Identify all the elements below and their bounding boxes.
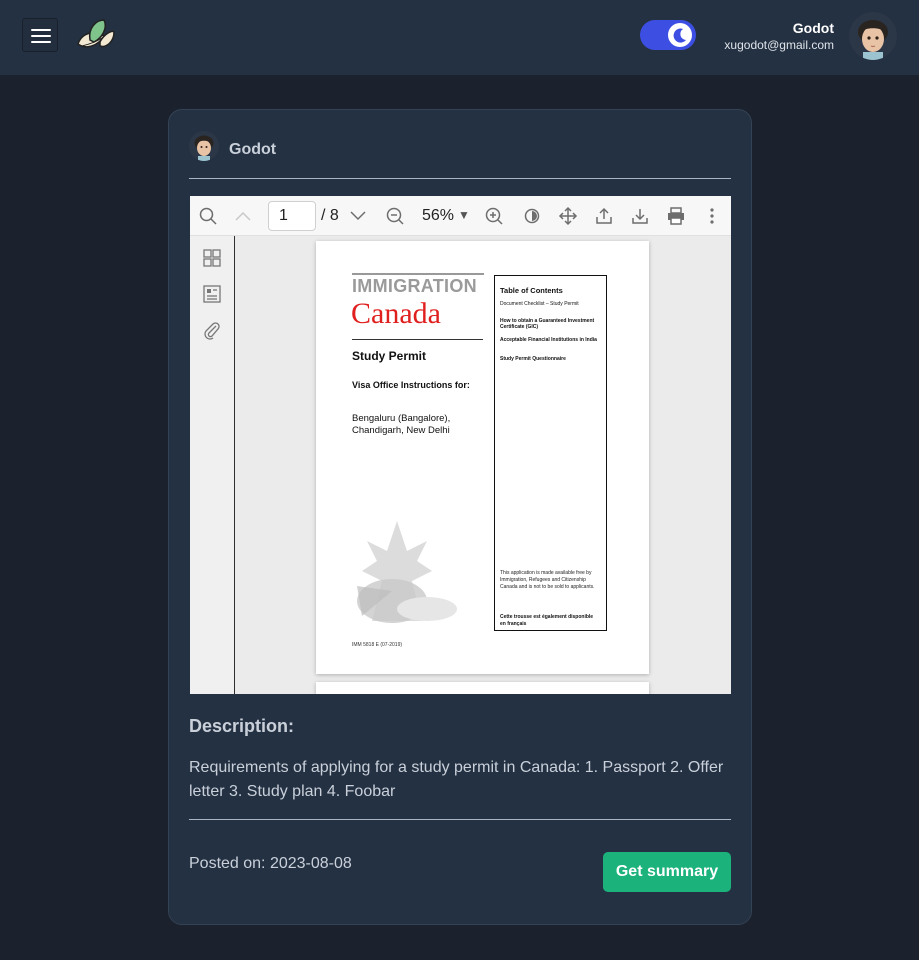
toc-item[interactable]: Document Checklist – Study Permit [500,301,600,307]
previous-page-icon[interactable] [232,205,254,227]
toc-item[interactable]: Study Permit Questionnaire [500,356,600,362]
heading-rule [352,273,484,275]
menu-icon-line [31,35,51,37]
zoom-out-icon[interactable] [384,205,406,227]
doc-table-of-contents: Table of Contents Document Checklist – S… [494,275,607,631]
pdf-sidebar [190,236,235,694]
page-total: / 8 [321,207,339,224]
description-label: Description: [189,716,295,736]
pdf-page-next [316,682,649,694]
author-avatar[interactable] [189,131,219,161]
zoom-dropdown-icon[interactable]: ▼ [458,208,470,222]
top-bar: Godot xugodot@gmail.com [0,0,919,75]
next-page-icon[interactable] [347,205,369,227]
print-icon[interactable] [665,205,687,227]
menu-icon-line [31,41,51,43]
pdf-document-area[interactable]: IMMIGRATION Canada Study Permit Visa Off… [235,236,731,694]
doc-heading-top: IMMIGRATION [352,276,477,296]
toc-note: This application is made available free … [500,570,595,590]
description-divider [189,819,731,820]
thumbnails-icon[interactable] [202,248,222,268]
doc-divider [352,339,483,340]
download-icon[interactable] [629,205,651,227]
toc-item[interactable]: Acceptable Financial Institutions in Ind… [500,337,600,343]
user-avatar[interactable] [849,12,897,60]
header-divider [189,178,731,179]
doc-form-code: IMM 5818 E (07-2019) [352,642,403,648]
doc-subtitle: Visa Office Instructions for: [352,380,470,390]
menu-icon-line [31,29,51,31]
zoom-level[interactable]: 56% [422,207,454,225]
search-icon[interactable] [197,205,219,227]
outline-icon[interactable] [202,284,222,304]
attachment-icon[interactable] [202,320,222,340]
user-email: xugodot@gmail.com [724,38,834,52]
moon-icon [673,28,686,43]
share-icon[interactable] [593,205,615,227]
pdf-viewer[interactable]: 1 / 8 56% ▼ IMMIGRATION Canada Study Per… [190,196,731,694]
toc-item[interactable]: How to obtain a Guaranteed Investment Ce… [500,318,600,330]
doc-heading-main: Canada [351,297,441,330]
user-name: Godot [792,20,834,36]
posted-date: Posted on: 2023-08-08 [189,855,352,872]
get-summary-button[interactable]: Get summary [603,852,731,892]
more-options-icon[interactable] [701,205,723,227]
author-name: Godot [229,141,277,158]
app-logo-icon[interactable] [74,16,116,56]
maple-leaf-image [357,521,457,623]
pdf-page: IMMIGRATION Canada Study Permit Visa Off… [316,241,649,674]
description-text: Requirements of applying for a study per… [189,759,724,800]
post-card: Godot 1 / 8 56% ▼ IMMIGRATION Canada Stu… [168,109,752,925]
dark-mode-toggle[interactable] [640,20,696,50]
doc-title: Study Permit [352,349,427,363]
toggle-knob [668,23,692,47]
toc-title: Table of Contents [500,286,563,295]
doc-cities: Bengaluru (Bangalore), Chandigarh, New D… [352,413,451,436]
author-avatar-image [189,131,219,161]
pdf-toolbar: 1 / 8 56% ▼ [190,196,731,236]
avatar-image [849,12,897,60]
pan-icon[interactable] [557,205,579,227]
hamburger-menu-button[interactable] [22,18,58,52]
page-number-input[interactable]: 1 [268,201,316,231]
toc-french-note: Cette trousse est également disponible e… [500,614,594,627]
zoom-in-icon[interactable] [483,205,505,227]
rotate-icon[interactable] [521,205,543,227]
